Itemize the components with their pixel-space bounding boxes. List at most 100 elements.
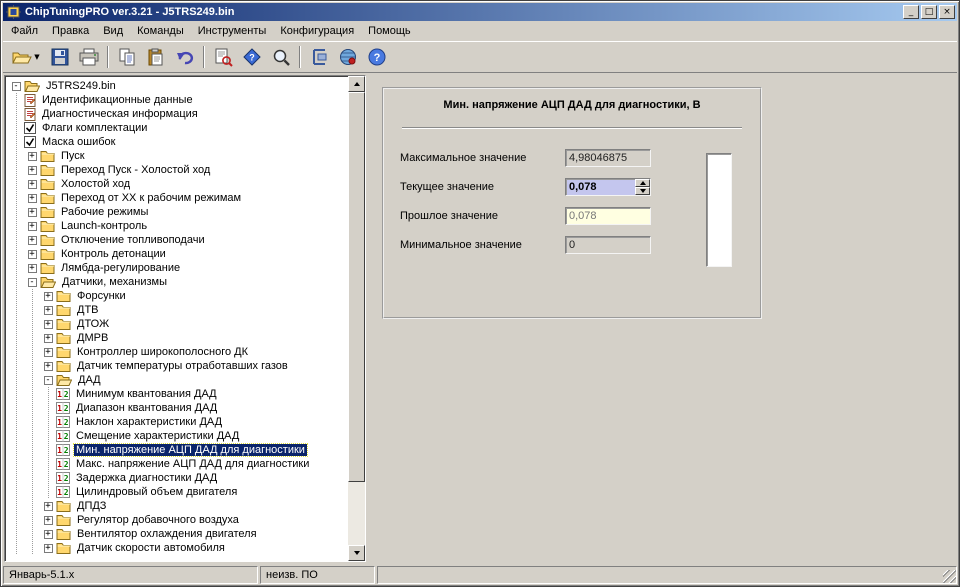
expand-toggle[interactable]: + — [24, 179, 40, 189]
scrollbar-thumb[interactable] — [348, 92, 365, 482]
scrollbar-track[interactable] — [348, 92, 365, 545]
tree-item[interactable]: 1 2 Наклон характеристики ДАД — [8, 415, 348, 429]
online-button[interactable] — [334, 44, 362, 70]
expand-toggle[interactable]: + — [24, 221, 40, 231]
tree-item[interactable]: 1 2 Смещение характеристики ДАД — [8, 429, 348, 443]
expand-icon[interactable]: + — [27, 263, 37, 273]
menu-item-help[interactable]: Помощь — [361, 23, 418, 40]
tree-item[interactable]: + ДПДЗ — [8, 499, 348, 513]
tree-item[interactable]: 1 2 Минимум квантования ДАД — [8, 387, 348, 401]
expand-toggle[interactable]: + — [40, 543, 56, 553]
spin-up-button[interactable] — [635, 179, 650, 187]
tree-item[interactable]: 1 2 Макс. напряжение АЦП ДАД для диагности… — [8, 457, 348, 471]
minimize-button[interactable]: _ — [903, 5, 919, 19]
tree-item[interactable]: + Пуск — [8, 149, 348, 163]
expand-icon[interactable]: + — [27, 235, 37, 245]
tree-item[interactable]: + Регулятор добавочного воздуха — [8, 513, 348, 527]
tree-item[interactable]: + Датчик температуры отработавших газов — [8, 359, 348, 373]
menu-item-tools[interactable]: Инструменты — [191, 23, 274, 40]
menu-item-commands[interactable]: Команды — [130, 23, 191, 40]
tree-item[interactable]: 1 2 Диапазон квантования ДАД — [8, 401, 348, 415]
expand-icon[interactable]: + — [27, 165, 37, 175]
expand-toggle[interactable]: + — [24, 263, 40, 273]
expand-icon[interactable]: + — [43, 501, 53, 511]
tree-item[interactable]: + Отключение топливоподачи — [8, 233, 348, 247]
tree-item[interactable]: 1 2 Задержка диагностики ДАД — [8, 471, 348, 485]
collapse-icon[interactable]: - — [27, 277, 37, 287]
tree-item[interactable]: + ДМРВ — [8, 331, 348, 345]
expand-icon[interactable]: + — [43, 515, 53, 525]
expand-icon[interactable]: + — [27, 221, 37, 231]
collapse-icon[interactable]: - — [43, 375, 53, 385]
close-button[interactable]: × — [939, 5, 955, 19]
save-button[interactable] — [46, 44, 74, 70]
menu-item-edit[interactable]: Правка — [45, 23, 96, 40]
maximize-button[interactable]: □ — [921, 5, 937, 19]
expand-icon[interactable]: + — [27, 179, 37, 189]
expand-icon[interactable]: + — [43, 543, 53, 553]
expand-toggle[interactable]: + — [40, 515, 56, 525]
tree-item[interactable]: + Переход Пуск - Холостой ход — [8, 163, 348, 177]
tree-item[interactable]: Диагностическая информация — [8, 107, 348, 121]
expand-icon[interactable]: + — [43, 319, 53, 329]
spin-down-button[interactable] — [635, 187, 650, 195]
tree-item[interactable]: Маска ошибок — [8, 135, 348, 149]
expand-toggle[interactable]: + — [40, 305, 56, 315]
expand-toggle[interactable]: + — [24, 165, 40, 175]
expand-toggle[interactable]: + — [40, 333, 56, 343]
expand-icon[interactable]: + — [27, 207, 37, 217]
expand-icon[interactable]: + — [43, 291, 53, 301]
expand-toggle[interactable]: + — [24, 235, 40, 245]
tree-item[interactable]: - Датчики, механизмы — [8, 275, 348, 289]
menu-item-file[interactable]: Файл — [4, 23, 45, 40]
tree-item[interactable]: 1 2 Цилиндровый объем двигателя — [8, 485, 348, 499]
expand-toggle[interactable]: + — [40, 501, 56, 511]
calibration-button[interactable] — [305, 44, 333, 70]
tree-item[interactable]: + ДТОЖ — [8, 317, 348, 331]
tree-item[interactable]: + ДТВ — [8, 303, 348, 317]
tree-item[interactable]: - ДАД — [8, 373, 348, 387]
expand-toggle[interactable]: - — [40, 375, 56, 385]
open-button[interactable]: ▼ — [7, 44, 45, 70]
paste-button[interactable] — [142, 44, 170, 70]
tree-item[interactable]: + Датчик скорости автомобиля — [8, 541, 348, 555]
dropdown-caret-icon[interactable]: ▼ — [34, 53, 39, 61]
expand-toggle[interactable]: + — [40, 319, 56, 329]
expand-toggle[interactable]: + — [24, 207, 40, 217]
scroll-up-button[interactable] — [348, 76, 365, 92]
expand-toggle[interactable]: + — [40, 529, 56, 539]
expand-icon[interactable]: + — [43, 529, 53, 539]
tree-item[interactable]: + Контроль детонации — [8, 247, 348, 261]
value-spinner[interactable] — [635, 179, 650, 195]
tree-item[interactable]: 1 2 Мин. напряжение АЦП ДАД для диагностик… — [8, 443, 348, 457]
view-data-button[interactable] — [209, 44, 237, 70]
search-button[interactable] — [267, 44, 295, 70]
expand-toggle[interactable]: + — [40, 361, 56, 371]
scroll-down-button[interactable] — [348, 545, 365, 561]
expand-toggle[interactable]: + — [24, 249, 40, 259]
tree-item[interactable]: + Переход от ХХ к рабочим режимам — [8, 191, 348, 205]
expand-icon[interactable]: + — [27, 193, 37, 203]
tree-item[interactable]: + Форсунки — [8, 289, 348, 303]
tree-item[interactable]: - J5TRS249.bin — [8, 79, 348, 93]
tree-item[interactable]: + Холостой ход — [8, 177, 348, 191]
print-button[interactable] — [75, 44, 103, 70]
expand-icon[interactable]: + — [27, 151, 37, 161]
expand-toggle[interactable]: + — [40, 347, 56, 357]
tree-item[interactable]: Флаги комплектации — [8, 121, 348, 135]
menu-item-view[interactable]: Вид — [96, 23, 130, 40]
expand-toggle[interactable]: + — [40, 291, 56, 301]
copy-button[interactable] — [113, 44, 141, 70]
help-button[interactable]: ? — [363, 44, 391, 70]
expand-icon[interactable]: + — [43, 305, 53, 315]
expand-toggle[interactable]: + — [24, 193, 40, 203]
expand-icon[interactable]: + — [43, 361, 53, 371]
tree-item[interactable]: + Вентилятор охлаждения двигателя — [8, 527, 348, 541]
menu-item-configuration[interactable]: Конфигурация — [273, 23, 361, 40]
tree-item[interactable]: + Launch-контроль — [8, 219, 348, 233]
app-icon[interactable] — [6, 5, 21, 19]
current-value-input[interactable]: 0,078 — [565, 178, 651, 196]
compare-button[interactable]: ? — [238, 44, 266, 70]
expand-icon[interactable]: + — [43, 347, 53, 357]
expand-toggle[interactable]: + — [24, 151, 40, 161]
